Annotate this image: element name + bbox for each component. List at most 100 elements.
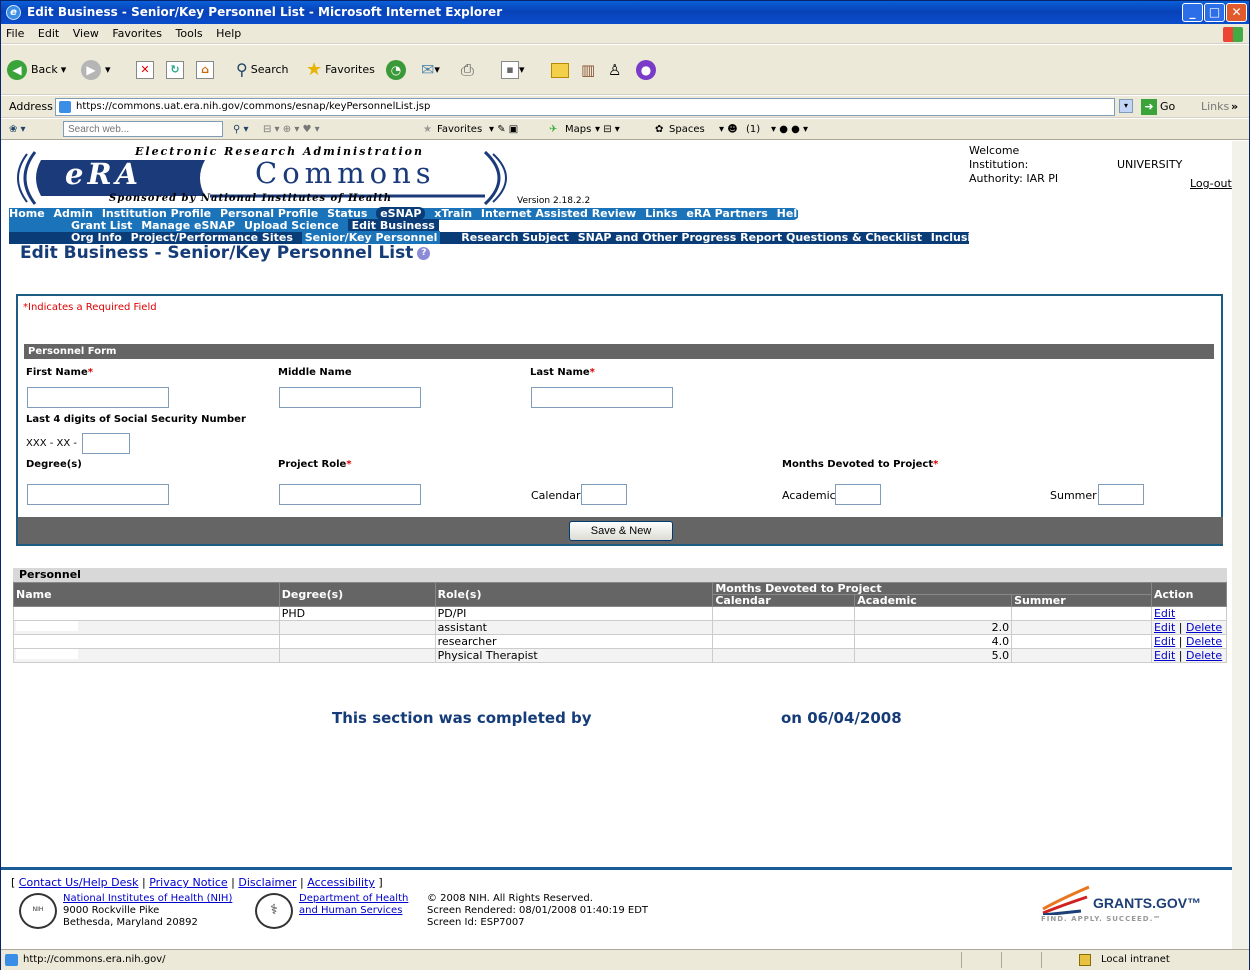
project-role-input[interactable] <box>279 484 421 505</box>
ssn-input[interactable] <box>82 433 130 454</box>
url-input[interactable]: https://commons.uat.era.nih.gov/commons/… <box>55 98 1115 116</box>
name-cell <box>13 620 280 635</box>
go-button[interactable]: ➜ Go <box>1141 96 1175 118</box>
address-dropdown-button[interactable]: ▾ <box>1119 99 1133 113</box>
nih-link[interactable]: National Institutes of Health (NIH) <box>63 893 232 904</box>
minimize-button[interactable]: _ <box>1182 3 1203 22</box>
close-button[interactable]: ✕ <box>1226 3 1247 22</box>
edit-link[interactable]: Edit <box>1154 649 1175 662</box>
redacted-name <box>16 635 78 645</box>
back-arrow-icon: ◀ <box>7 60 27 80</box>
required-note: *Indicates a Required Field <box>23 302 157 313</box>
accessibility-link[interactable]: Accessibility <box>307 876 375 889</box>
completion-text: This section was completed by <box>332 709 592 727</box>
institution-value: UNIVERSITY <box>1117 158 1183 171</box>
menu-view[interactable]: View <box>68 24 104 44</box>
menu-file[interactable]: File <box>1 24 29 44</box>
edit-link[interactable]: Edit <box>1154 621 1175 634</box>
research-button[interactable]: ▥ <box>581 59 595 81</box>
hhs-link[interactable]: Department of Health and Human Services <box>299 893 408 916</box>
menu-edit[interactable]: Edit <box>33 24 64 44</box>
edit-link[interactable]: Edit <box>1154 635 1175 648</box>
mail-button[interactable]: ✉ ▾ <box>421 59 440 81</box>
toolbar-count[interactable]: (1) <box>746 119 760 140</box>
summer-input[interactable] <box>1098 484 1144 505</box>
search-web-input[interactable] <box>63 121 223 137</box>
links-button[interactable]: Links <box>1201 96 1229 118</box>
nav-help[interactable]: Help <box>777 207 805 220</box>
page-title: Edit Business - Senior/Key Personnel Lis… <box>20 243 431 263</box>
scroll-up-button[interactable]: ▲ <box>1232 141 1247 156</box>
last-name-input[interactable] <box>531 387 673 408</box>
help-icon[interactable]: ? <box>417 246 431 260</box>
maximize-button[interactable]: □ <box>1204 3 1225 22</box>
window-title: Edit Business - Senior/Key Personnel Lis… <box>27 5 503 19</box>
nav-internet-assisted-review[interactable]: Internet Assisted Review <box>481 207 636 220</box>
first-name-input[interactable] <box>27 387 169 408</box>
maps-icon: ✈ <box>549 124 558 135</box>
refresh-button[interactable]: ↻ <box>166 59 184 81</box>
menu-tools[interactable]: Tools <box>171 24 208 44</box>
toolbar-extra-icons[interactable]: ▾ ● ● ▾ <box>771 119 808 140</box>
research-icon: ▥ <box>581 61 596 79</box>
nav-era-partners[interactable]: eRA Partners <box>686 207 767 220</box>
nav-xtrain[interactable]: xTrain <box>434 207 472 220</box>
search-button[interactable]: ⚲ Search <box>236 59 289 81</box>
name-cell <box>13 606 280 621</box>
calendar-input[interactable] <box>581 484 627 505</box>
favorites-button[interactable]: ★ Favorites <box>306 59 375 81</box>
contact-link[interactable]: Contact Us/Help Desk <box>19 876 139 889</box>
toolbar-maps[interactable]: Maps <box>565 119 591 140</box>
degrees-input[interactable] <box>27 484 169 505</box>
action-cell: Edit | Delete <box>1150 634 1228 649</box>
folder-icon <box>551 62 569 78</box>
nav-inclusion-enrollment[interactable]: Inclusion Enrollment <box>931 231 1058 244</box>
action-cell: Edit | Delete <box>1150 648 1228 663</box>
media-icon: ● <box>636 60 656 80</box>
search-go-icon[interactable]: ⚲ ▾ <box>233 119 249 140</box>
security-zone: Local intranet <box>1101 954 1170 965</box>
scroll-down-button[interactable]: ▼ <box>1232 934 1247 949</box>
nav-home[interactable]: Home <box>9 207 45 220</box>
middle-name-input[interactable] <box>279 387 421 408</box>
toolbar-dropdown-icon[interactable]: ▾ ✎ ▣ <box>489 119 518 140</box>
action-cell: Edit | Delete <box>1150 620 1228 635</box>
save-and-new-button[interactable]: Save & New <box>569 521 673 541</box>
logout-link[interactable]: Log-out <box>1190 177 1232 190</box>
delete-link[interactable]: Delete <box>1186 649 1222 662</box>
edit-button[interactable]: ▪ ▾ <box>501 59 525 81</box>
status-url: http://commons.era.nih.gov/ <box>23 954 166 965</box>
toolbar-buttons-icon[interactable]: ⊟ ▾ ⊕ ▾ ♥ ▾ <box>263 119 320 140</box>
col-action: Action <box>1150 582 1228 607</box>
delete-link[interactable]: Delete <box>1186 621 1222 634</box>
nav-links[interactable]: Links <box>645 207 677 220</box>
academic-input[interactable] <box>835 484 881 505</box>
menu-help[interactable]: Help <box>211 24 246 44</box>
nav-research-subject[interactable]: Research Subject <box>461 231 569 244</box>
history-button[interactable]: ◔ <box>386 59 410 81</box>
stop-button[interactable]: ✕ <box>136 59 154 81</box>
redacted-name <box>16 649 78 659</box>
personnel-section-label: Personnel <box>13 568 1227 582</box>
home-button[interactable]: ⌂ <box>196 59 214 81</box>
discuss-button[interactable] <box>551 59 569 81</box>
toolbar-spaces[interactable]: Spaces <box>669 119 705 140</box>
forward-button[interactable]: ▶ ▾ <box>81 59 111 81</box>
footer-info: © 2008 NIH. All Rights Reserved. Screen … <box>427 893 648 929</box>
toolbar-favorites[interactable]: Favorites <box>437 119 482 140</box>
back-button[interactable]: ◀ Back ▾ <box>7 59 66 81</box>
privacy-link[interactable]: Privacy Notice <box>149 876 227 889</box>
delete-link[interactable]: Delete <box>1186 635 1222 648</box>
edit-link[interactable]: Edit <box>1154 607 1175 620</box>
completion-date: on 06/04/2008 <box>781 709 902 727</box>
chevron-right-icon[interactable]: » <box>1231 96 1238 118</box>
nav-snap-questions[interactable]: SNAP and Other Progress Report Questions… <box>578 231 922 244</box>
menu-favorites[interactable]: Favorites <box>107 24 167 44</box>
media-button[interactable]: ● <box>636 59 660 81</box>
contacts-icon: ▾ ☻ <box>719 124 738 135</box>
print-button[interactable]: ⎙ <box>461 59 474 81</box>
toolbar-more-icon[interactable]: ▾ ⊟ ▾ <box>595 119 620 140</box>
print-icon: ⎙ <box>461 60 474 79</box>
messenger-button[interactable]: ♙ <box>608 59 621 81</box>
disclaimer-link[interactable]: Disclaimer <box>238 876 296 889</box>
